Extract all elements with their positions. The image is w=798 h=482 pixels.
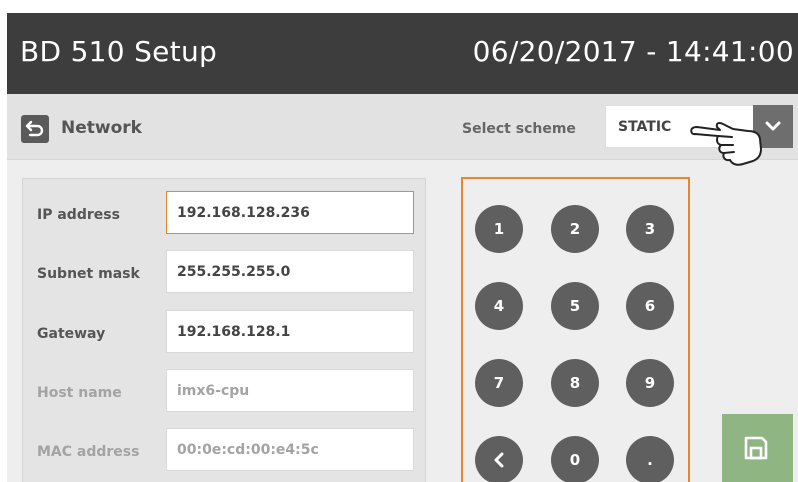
setup-screen: BD 510 Setup 06/20/2017 - 14:41:00 Netwo… xyxy=(7,13,798,482)
numeric-keypad: 1 2 3 4 5 6 7 8 9 0 . xyxy=(461,177,690,482)
ip-address-label: IP address xyxy=(37,207,120,223)
back-arrow-icon xyxy=(25,120,44,137)
save-icon xyxy=(744,436,768,460)
host-name-value: imx6-cpu xyxy=(177,383,250,399)
ip-address-field[interactable]: 192.168.128.236 xyxy=(166,191,414,234)
save-button[interactable] xyxy=(722,414,793,482)
gateway-value: 192.168.128.1 xyxy=(177,324,291,340)
network-form: IP address 192.168.128.236 Subnet mask 2… xyxy=(22,178,426,482)
title-bar: BD 510 Setup 06/20/2017 - 14:41:00 xyxy=(7,13,798,94)
app-title: BD 510 Setup xyxy=(20,35,218,68)
key-dot[interactable]: . xyxy=(626,436,674,482)
mac-address-label: MAC address xyxy=(37,444,140,460)
key-5[interactable]: 5 xyxy=(551,282,599,330)
key-0[interactable]: 0 xyxy=(551,436,599,482)
key-8[interactable]: 8 xyxy=(551,359,599,407)
host-name-field: imx6-cpu xyxy=(166,369,414,412)
gateway-field[interactable]: 192.168.128.1 xyxy=(166,310,414,353)
key-7[interactable]: 7 xyxy=(475,359,523,407)
subnet-mask-label: Subnet mask xyxy=(37,266,140,282)
host-name-label: Host name xyxy=(37,385,122,401)
page-title: Network xyxy=(61,118,142,138)
key-backspace[interactable] xyxy=(475,436,523,482)
key-6[interactable]: 6 xyxy=(626,282,674,330)
subnet-mask-value: 255.255.255.0 xyxy=(177,264,291,280)
datetime-display: 06/20/2017 - 14:41:00 xyxy=(472,35,794,68)
key-1[interactable]: 1 xyxy=(475,205,523,253)
mac-address-field: 00:0e:cd:00:e4:5c xyxy=(166,428,414,471)
key-2[interactable]: 2 xyxy=(551,205,599,253)
back-button[interactable] xyxy=(21,115,49,143)
key-4[interactable]: 4 xyxy=(475,282,523,330)
sub-header: Network Select scheme STATIC xyxy=(7,94,798,160)
gateway-label: Gateway xyxy=(37,326,106,342)
scheme-label: Select scheme xyxy=(462,121,576,137)
subnet-mask-field[interactable]: 255.255.255.0 xyxy=(166,250,414,293)
ip-address-value: 192.168.128.236 xyxy=(177,205,310,221)
chevron-left-icon xyxy=(494,452,504,468)
scheme-value: STATIC xyxy=(618,119,672,135)
mac-address-value: 00:0e:cd:00:e4:5c xyxy=(177,442,319,458)
key-9[interactable]: 9 xyxy=(626,359,674,407)
key-3[interactable]: 3 xyxy=(626,205,674,253)
pointing-hand-icon xyxy=(690,122,762,166)
